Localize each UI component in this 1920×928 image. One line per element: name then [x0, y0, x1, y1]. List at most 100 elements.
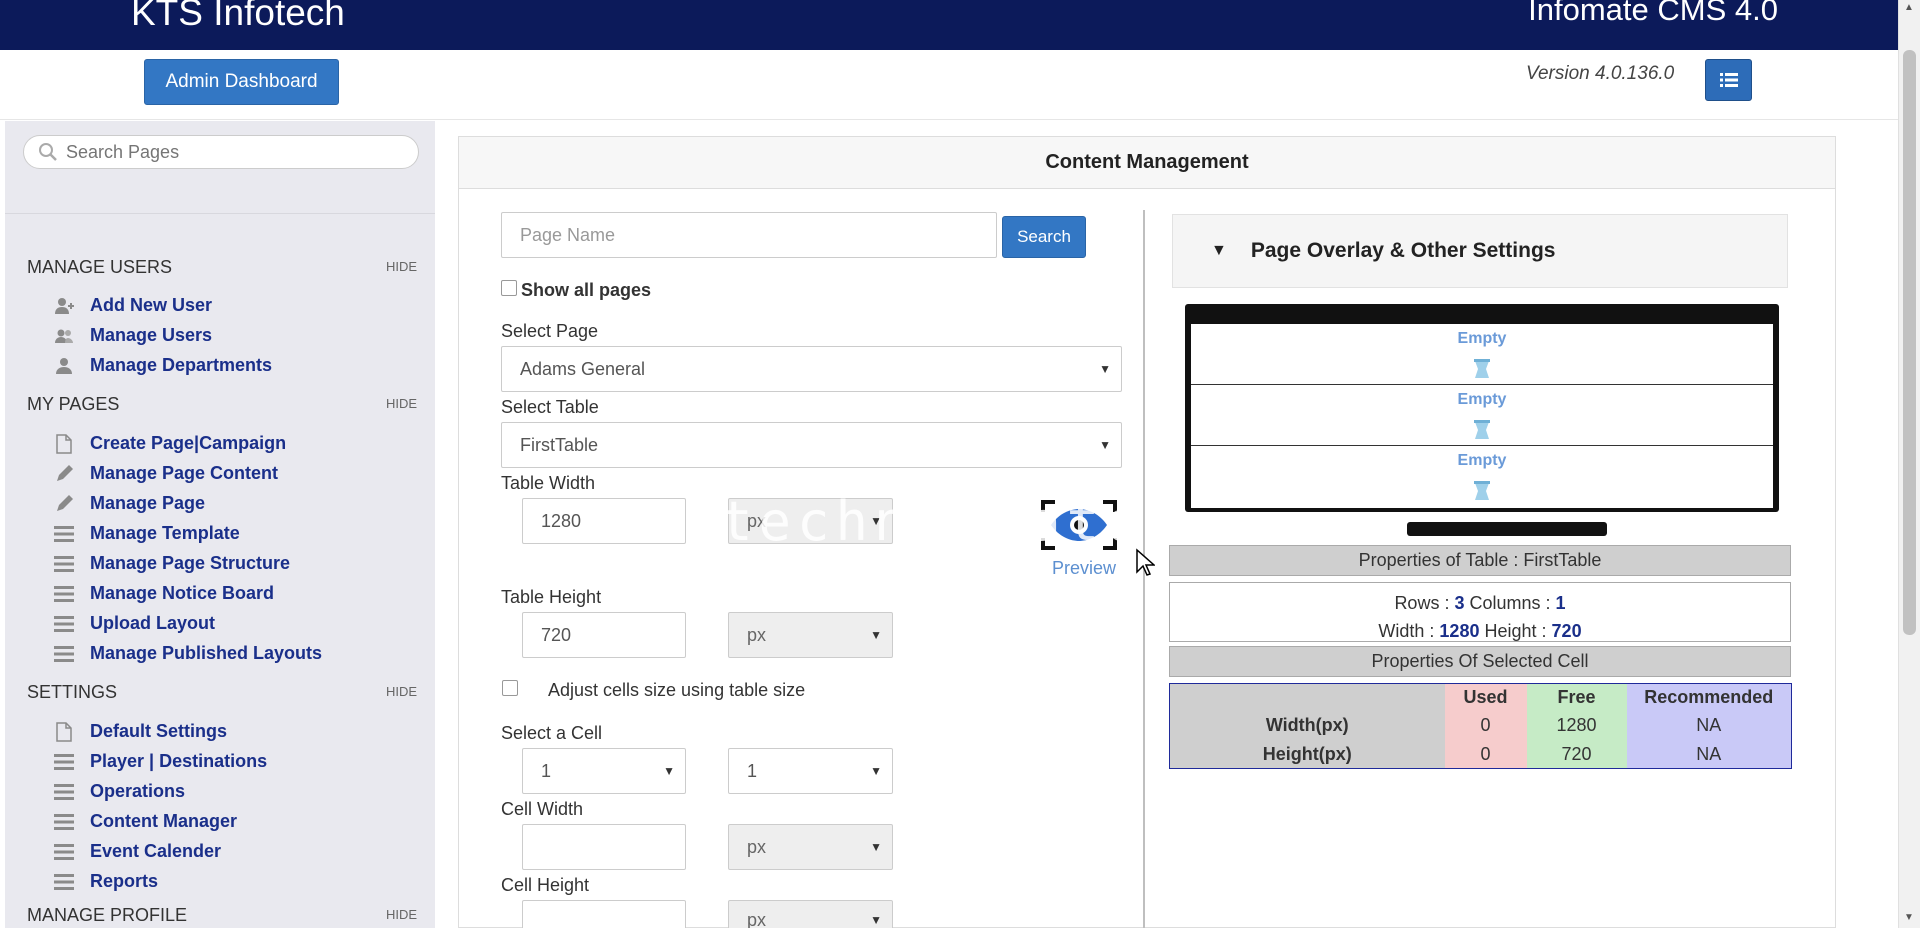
- monitor-stand: [1407, 522, 1607, 536]
- new-document-icon: [53, 433, 75, 454]
- table-properties-box: Rows : 3 Columns : 1 Width : 1280 Height…: [1169, 582, 1791, 642]
- search-icon: [39, 143, 57, 161]
- top-bar: KTS Infotech Infomate CMS 4.0: [0, 0, 1898, 50]
- cell-height-unit-select[interactable]: px ▼: [728, 900, 893, 928]
- section-title: MANAGE USERS: [27, 257, 173, 277]
- admin-dashboard-button[interactable]: Admin Dashboard: [144, 59, 339, 105]
- scroll-thumb[interactable]: [1903, 50, 1916, 635]
- cell-col-value: 1: [747, 760, 758, 781]
- sidebar-item-add-new-user[interactable]: Add New User: [53, 295, 212, 316]
- page-overlay-settings-toggle[interactable]: ▼ Page Overlay & Other Settings: [1172, 214, 1788, 288]
- sidebar-item-manage-published-layouts[interactable]: Manage Published Layouts: [53, 643, 322, 664]
- sidebar-item-label: Operations: [90, 781, 186, 801]
- adjust-cells-checkbox[interactable]: [502, 680, 518, 696]
- chevron-down-icon: ▼: [870, 913, 882, 927]
- select-table-dropdown[interactable]: FirstTable ▼: [501, 422, 1122, 468]
- table-header-used: Used: [1444, 683, 1527, 712]
- scroll-down-icon[interactable]: ▼: [1904, 912, 1914, 923]
- section-manage-profile: MANAGE PROFILE HIDE: [27, 905, 417, 926]
- hide-settings[interactable]: HIDE: [386, 684, 417, 699]
- sidebar-item-manage-template[interactable]: Manage Template: [53, 523, 240, 544]
- add-user-icon: [53, 296, 75, 316]
- list-icon: [53, 812, 75, 832]
- sidebar-item-manage-users[interactable]: Manage Users: [53, 325, 212, 346]
- list-icon: [53, 584, 75, 604]
- cell-width-unit-select[interactable]: px ▼: [728, 824, 893, 870]
- table-preview-row[interactable]: Empty: [1191, 324, 1773, 385]
- select-cell-label: Select a Cell: [501, 723, 603, 743]
- new-document-icon: [53, 721, 75, 742]
- sidebar-divider: [5, 213, 435, 214]
- select-table-label: Select Table: [501, 397, 599, 417]
- sidebar-item-manage-departments[interactable]: Manage Departments: [53, 355, 272, 376]
- scroll-up-icon[interactable]: ▲: [1904, 2, 1914, 13]
- sidebar-item-create-page-campaign[interactable]: Create Page|Campaign: [53, 433, 286, 454]
- search-pages-input[interactable]: [58, 141, 398, 163]
- sidebar-item-manage-page-content[interactable]: Manage Page Content: [53, 463, 278, 484]
- sidebar-item-label: Manage Page Structure: [90, 553, 291, 573]
- show-all-pages-checkbox[interactable]: [501, 280, 517, 296]
- hide-my-pages[interactable]: HIDE: [386, 396, 417, 411]
- sidebar-item-label: Manage Page: [90, 493, 206, 513]
- table-preview-row[interactable]: Empty: [1191, 385, 1773, 446]
- sidebar-item-content-manager[interactable]: Content Manager: [53, 811, 237, 832]
- chevron-down-icon: ▼: [870, 764, 882, 778]
- table-preview-rows: Empty Empty Empty: [1191, 324, 1773, 508]
- table-height-unit: px: [747, 624, 767, 645]
- height-label: Height :: [1484, 621, 1547, 641]
- sidebar-item-player-destinations[interactable]: Player | Destinations: [53, 751, 267, 772]
- table-header-blank: [1169, 683, 1445, 712]
- sidebar-item-label: Add New User: [90, 295, 213, 315]
- sidebar-item-label: Player | Destinations: [90, 751, 268, 771]
- sidebar-item-default-settings[interactable]: Default Settings: [53, 721, 227, 742]
- table-height-input[interactable]: 720: [522, 612, 686, 658]
- cell-height-input[interactable]: [522, 900, 686, 928]
- table-width-input[interactable]: 1280: [522, 498, 686, 544]
- bin-icon: [1474, 359, 1490, 378]
- free-value: 720: [1526, 740, 1627, 769]
- hide-manage-users[interactable]: HIDE: [386, 259, 417, 274]
- columns-value: 1: [1555, 593, 1566, 613]
- cell-height-unit: px: [747, 909, 767, 928]
- version-label: Version 4.0.136.0: [1526, 63, 1675, 84]
- sidebar-item-reports[interactable]: Reports: [53, 871, 158, 892]
- cell-col-select[interactable]: 1 ▼: [728, 748, 893, 794]
- cell-row-value: 1: [541, 760, 552, 781]
- chevron-down-icon: ▼: [870, 840, 882, 854]
- sidebar-item-label: Manage Departments: [90, 355, 273, 375]
- table-header-recommended: Recommended: [1626, 683, 1792, 712]
- sidebar-item-manage-page-structure[interactable]: Manage Page Structure: [53, 553, 290, 574]
- rows-label: Rows :: [1394, 593, 1450, 613]
- width-label: Width :: [1378, 621, 1435, 641]
- search-pages-box[interactable]: [23, 135, 419, 169]
- cell-width-input[interactable]: [522, 824, 686, 870]
- empty-label: Empty: [1457, 452, 1507, 469]
- sidebar-item-label: Content Manager: [90, 811, 238, 831]
- cell-height-label: Cell Height: [501, 875, 590, 895]
- preview-link[interactable]: Preview: [1052, 558, 1116, 579]
- panel-title: Content Management: [459, 137, 1835, 189]
- hide-manage-profile[interactable]: HIDE: [386, 907, 417, 922]
- sidebar-item-label: Manage Template: [90, 523, 240, 543]
- table-height-unit-select[interactable]: px ▼: [728, 612, 893, 658]
- sidebar-item-event-calender[interactable]: Event Calender: [53, 841, 221, 862]
- select-page-dropdown[interactable]: Adams General ▼: [501, 346, 1122, 392]
- row-label: Width(px): [1169, 711, 1445, 741]
- sidebar-item-manage-notice-board[interactable]: Manage Notice Board: [53, 583, 274, 604]
- page-name-input[interactable]: Page Name: [501, 212, 997, 258]
- cell-row-select[interactable]: 1 ▼: [522, 748, 686, 794]
- sidebar-item-upload-layout[interactable]: Upload Layout: [53, 613, 215, 634]
- menu-toggle-button[interactable]: [1705, 59, 1752, 101]
- table-preview-row[interactable]: Empty: [1191, 446, 1773, 507]
- sidebar-item-manage-page[interactable]: Manage Page: [53, 493, 205, 514]
- search-button[interactable]: Search: [1002, 216, 1086, 258]
- select-page-value: Adams General: [520, 358, 646, 379]
- cell-width-label: Cell Width: [501, 799, 584, 819]
- sidebar-item-label: Reports: [90, 871, 159, 891]
- table-properties-title: Properties of Table : FirstTable: [1169, 545, 1791, 576]
- page-scrollbar[interactable]: ▲ ▼: [1898, 0, 1920, 928]
- sidebar-item-operations[interactable]: Operations: [53, 781, 185, 802]
- chevron-down-icon: ▼: [870, 628, 882, 642]
- adjust-cells-label: Adjust cells size using table size: [548, 680, 806, 700]
- caret-down-icon: ▼: [1211, 242, 1227, 259]
